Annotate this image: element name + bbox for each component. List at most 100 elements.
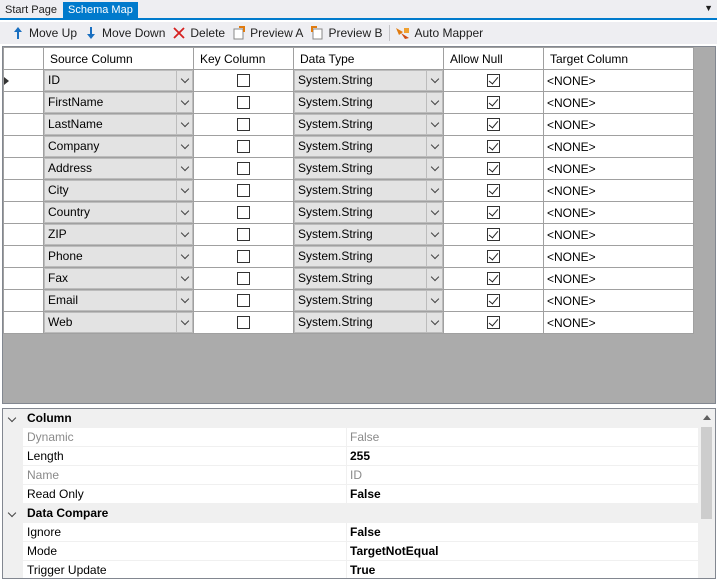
move-up-button[interactable]: Move Up xyxy=(8,23,81,43)
key-column-cell[interactable] xyxy=(193,311,294,334)
data-type-combo[interactable]: System.String xyxy=(294,158,443,179)
target-column-cell[interactable]: <NONE> xyxy=(543,135,694,158)
property-scrollbar[interactable] xyxy=(698,409,715,578)
row-header[interactable] xyxy=(3,201,44,224)
data-type-cell[interactable]: System.String xyxy=(293,245,444,268)
preview-a-button[interactable]: Preview A xyxy=(229,23,307,43)
property-row[interactable]: Name ID xyxy=(3,466,699,485)
tab-list-dropdown-icon[interactable]: ▼ xyxy=(704,3,713,13)
source-column-cell[interactable]: Country xyxy=(43,201,194,224)
property-category[interactable]: Column xyxy=(3,409,699,428)
scroll-up-arrow-icon[interactable] xyxy=(703,415,711,420)
source-column-combo[interactable]: Phone xyxy=(44,246,193,267)
source-column-cell[interactable]: ZIP xyxy=(43,223,194,246)
target-column-cell[interactable]: <NONE> xyxy=(543,91,694,114)
source-column-combo[interactable]: Fax xyxy=(44,268,193,289)
source-dropdown-button[interactable] xyxy=(176,159,192,178)
target-column-cell[interactable]: <NONE> xyxy=(543,289,694,312)
allow-null-cell[interactable] xyxy=(443,223,544,246)
source-column-combo[interactable]: LastName xyxy=(44,114,193,135)
property-row[interactable]: Read Only False xyxy=(3,485,699,504)
property-value[interactable]: TargetNotEqual xyxy=(350,542,438,561)
key-column-checkbox[interactable] xyxy=(237,206,250,219)
collapse-chevron-icon[interactable] xyxy=(7,413,17,423)
data-type-dropdown-button[interactable] xyxy=(426,313,442,332)
source-dropdown-button[interactable] xyxy=(176,181,192,200)
data-type-combo[interactable]: System.String xyxy=(294,290,443,311)
data-type-cell[interactable]: System.String xyxy=(293,201,444,224)
property-divider[interactable] xyxy=(346,447,347,466)
allow-null-checkbox[interactable] xyxy=(487,250,500,263)
data-type-dropdown-button[interactable] xyxy=(426,93,442,112)
property-divider[interactable] xyxy=(346,542,347,561)
key-column-checkbox[interactable] xyxy=(237,96,250,109)
header-source-column[interactable]: Source Column xyxy=(43,47,194,70)
key-column-checkbox[interactable] xyxy=(237,184,250,197)
source-column-combo[interactable]: ZIP xyxy=(44,224,193,245)
source-column-cell[interactable]: Email xyxy=(43,289,194,312)
table-row[interactable]: Company System.String <NONE> xyxy=(3,135,694,158)
source-dropdown-button[interactable] xyxy=(176,203,192,222)
allow-null-checkbox[interactable] xyxy=(487,118,500,131)
key-column-checkbox[interactable] xyxy=(237,74,250,87)
property-divider[interactable] xyxy=(346,428,347,447)
source-column-combo[interactable]: Web xyxy=(44,312,193,333)
allow-null-cell[interactable] xyxy=(443,201,544,224)
allow-null-checkbox[interactable] xyxy=(487,96,500,109)
allow-null-cell[interactable] xyxy=(443,311,544,334)
property-divider[interactable] xyxy=(346,485,347,504)
property-category[interactable]: Data Compare xyxy=(3,504,699,523)
data-type-cell[interactable]: System.String xyxy=(293,69,444,92)
table-row[interactable]: FirstName System.String <NONE> xyxy=(3,91,694,114)
key-column-cell[interactable] xyxy=(193,289,294,312)
key-column-checkbox[interactable] xyxy=(237,118,250,131)
source-column-cell[interactable]: FirstName xyxy=(43,91,194,114)
property-value[interactable]: False xyxy=(350,523,381,542)
target-column-cell[interactable]: <NONE> xyxy=(543,179,694,202)
table-row[interactable]: Fax System.String <NONE> xyxy=(3,267,694,290)
property-divider[interactable] xyxy=(346,466,347,485)
allow-null-checkbox[interactable] xyxy=(487,74,500,87)
row-header[interactable] xyxy=(3,179,44,202)
source-column-cell[interactable]: ID xyxy=(43,69,194,92)
allow-null-checkbox[interactable] xyxy=(487,184,500,197)
source-column-cell[interactable]: Phone xyxy=(43,245,194,268)
auto-mapper-button[interactable]: Auto Mapper xyxy=(393,23,487,43)
target-column-cell[interactable]: <NONE> xyxy=(543,223,694,246)
tab-start-page[interactable]: Start Page xyxy=(0,2,62,18)
source-column-cell[interactable]: Address xyxy=(43,157,194,180)
key-column-cell[interactable] xyxy=(193,113,294,136)
allow-null-cell[interactable] xyxy=(443,135,544,158)
source-dropdown-button[interactable] xyxy=(176,225,192,244)
preview-b-button[interactable]: Preview B xyxy=(307,23,386,43)
property-row[interactable]: Trigger Update True xyxy=(3,561,699,578)
header-target-column[interactable]: Target Column xyxy=(543,47,694,70)
tab-schema-map[interactable]: Schema Map xyxy=(63,2,138,18)
data-type-cell[interactable]: System.String xyxy=(293,135,444,158)
data-type-combo[interactable]: System.String xyxy=(294,224,443,245)
property-row[interactable]: Length 255 xyxy=(3,447,699,466)
data-type-dropdown-button[interactable] xyxy=(426,159,442,178)
property-value[interactable]: True xyxy=(350,561,375,578)
property-row[interactable]: Mode TargetNotEqual xyxy=(3,542,699,561)
source-column-cell[interactable]: Web xyxy=(43,311,194,334)
allow-null-checkbox[interactable] xyxy=(487,162,500,175)
data-type-cell[interactable]: System.String xyxy=(293,91,444,114)
key-column-checkbox[interactable] xyxy=(237,228,250,241)
allow-null-cell[interactable] xyxy=(443,157,544,180)
source-column-combo[interactable]: FirstName xyxy=(44,92,193,113)
key-column-cell[interactable] xyxy=(193,91,294,114)
table-row[interactable]: Country System.String <NONE> xyxy=(3,201,694,224)
source-dropdown-button[interactable] xyxy=(176,247,192,266)
property-value[interactable]: False xyxy=(350,485,381,504)
key-column-checkbox[interactable] xyxy=(237,294,250,307)
row-header[interactable] xyxy=(3,223,44,246)
source-column-combo[interactable]: ID xyxy=(44,70,193,91)
move-down-button[interactable]: Move Down xyxy=(81,23,169,43)
source-dropdown-button[interactable] xyxy=(176,313,192,332)
data-type-dropdown-button[interactable] xyxy=(426,203,442,222)
source-column-cell[interactable]: City xyxy=(43,179,194,202)
key-column-cell[interactable] xyxy=(193,135,294,158)
allow-null-checkbox[interactable] xyxy=(487,272,500,285)
target-column-cell[interactable]: <NONE> xyxy=(543,201,694,224)
